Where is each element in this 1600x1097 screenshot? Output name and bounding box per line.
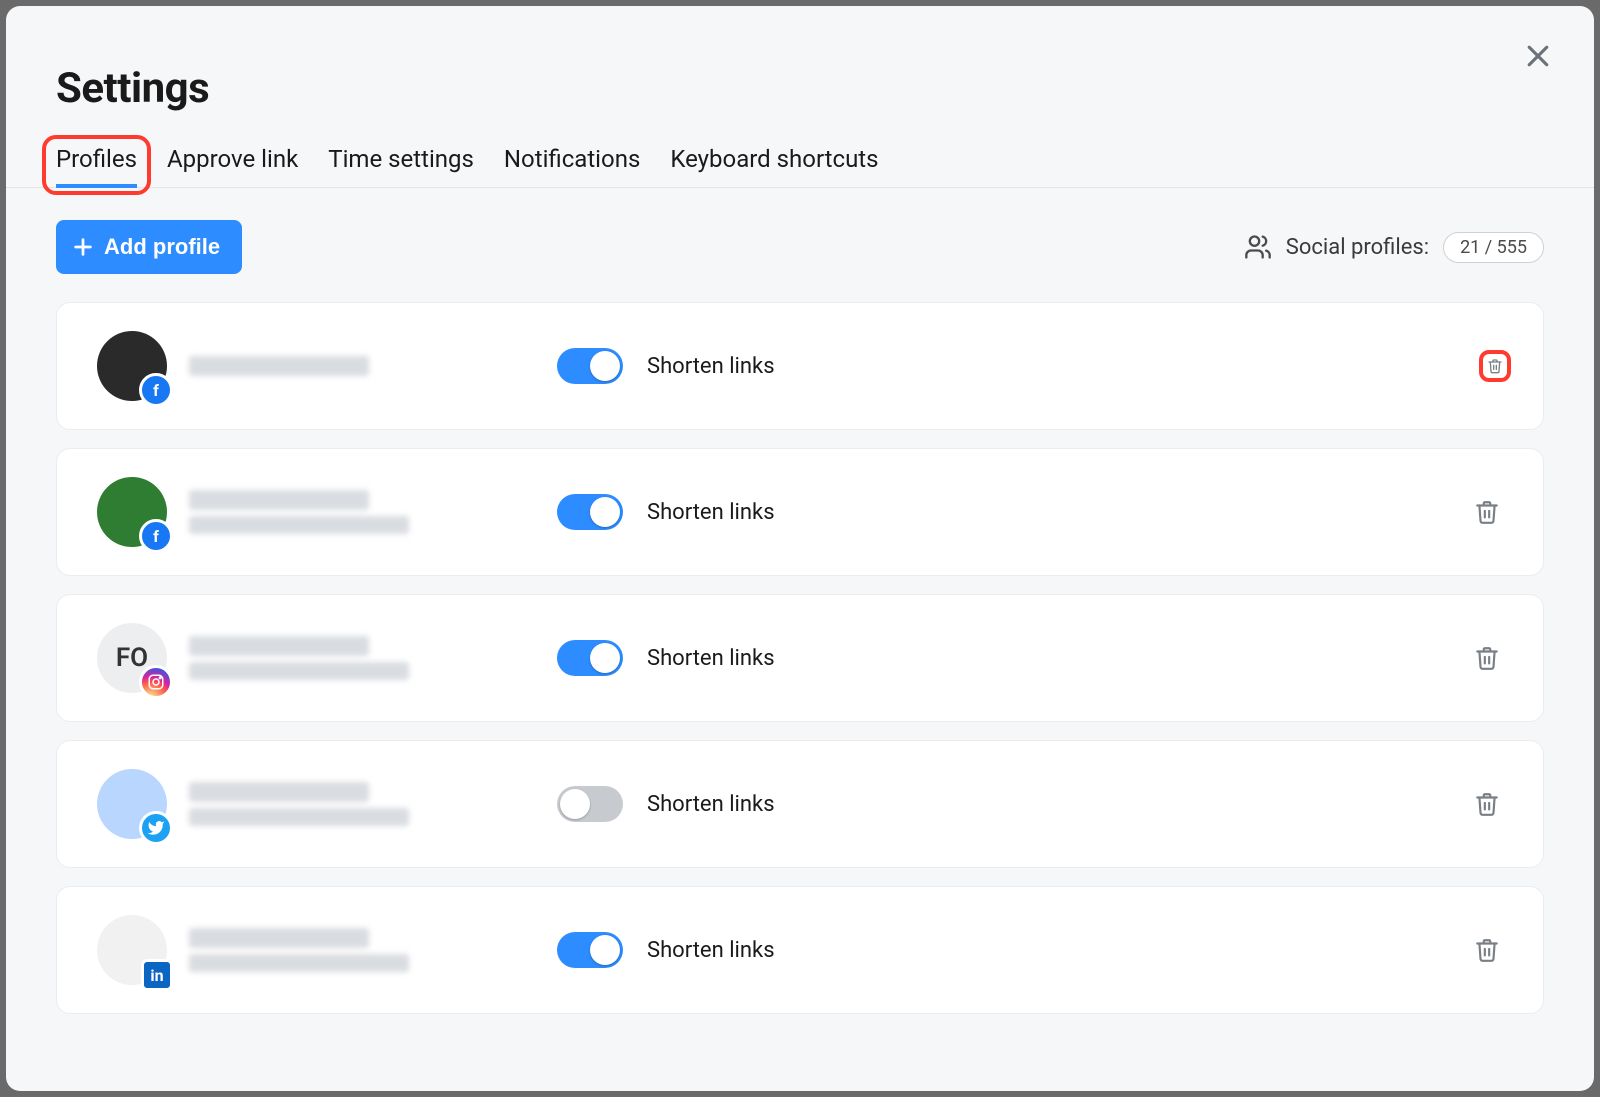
shorten-links-label: Shorten links — [647, 938, 775, 963]
toolbar: Add profile Social profiles: 21 / 555 — [56, 220, 1544, 274]
facebook-icon: f — [139, 373, 173, 407]
plus-icon — [72, 236, 94, 258]
avatar-wrap: FO — [97, 623, 167, 693]
profile-name-blurred — [189, 490, 369, 510]
profile-handle-blurred — [189, 516, 409, 534]
close-button[interactable] — [1516, 34, 1560, 78]
shorten-links-toggle[interactable] — [557, 786, 623, 822]
facebook-icon: f — [139, 519, 173, 553]
add-profile-label: Add profile — [104, 234, 220, 260]
delete-profile-button[interactable] — [1479, 350, 1511, 382]
shorten-links-toggle[interactable] — [557, 348, 623, 384]
trash-icon — [1474, 791, 1500, 817]
delete-profile-button[interactable] — [1471, 642, 1503, 674]
shorten-links-toggle[interactable] — [557, 932, 623, 968]
tab-approve-link[interactable]: Approve link — [167, 145, 298, 187]
settings-modal: Settings Profiles Approve link Time settin… — [6, 6, 1594, 1091]
profile-name-stack — [189, 356, 369, 376]
social-profiles-label: Social profiles: — [1286, 235, 1429, 260]
avatar-wrap — [97, 769, 167, 839]
avatar-wrap: f — [97, 477, 167, 547]
profile-handle-blurred — [189, 662, 409, 680]
modal-body: Add profile Social profiles: 21 / 555 f S… — [6, 188, 1594, 1014]
social-profile-counter: Social profiles: 21 / 555 — [1244, 232, 1544, 263]
social-profiles-count: 21 / 555 — [1443, 232, 1544, 263]
shorten-links-control: Shorten links — [557, 494, 775, 530]
tabs-bar: Profiles Approve link Time settings Notific… — [6, 113, 1594, 188]
shorten-links-control: Shorten links — [557, 932, 775, 968]
profile-name-blurred — [189, 928, 369, 948]
shorten-links-control: Shorten links — [557, 640, 775, 676]
profile-name-blurred — [189, 356, 369, 376]
avatar-wrap: in — [97, 915, 167, 985]
shorten-links-label: Shorten links — [647, 500, 775, 525]
profile-row: f Shorten links — [56, 302, 1544, 430]
delete-profile-button[interactable] — [1471, 788, 1503, 820]
profile-name-stack — [189, 928, 409, 972]
profile-info: f — [97, 331, 557, 401]
trash-icon — [1487, 353, 1503, 379]
profile-row: FO Shorten links — [56, 594, 1544, 722]
profile-name-stack — [189, 490, 409, 534]
page-title: Settings — [56, 64, 1544, 113]
people-icon — [1244, 233, 1272, 261]
trash-icon — [1474, 499, 1500, 525]
close-icon — [1523, 41, 1553, 71]
linkedin-icon: in — [141, 959, 173, 991]
add-profile-button[interactable]: Add profile — [56, 220, 242, 274]
delete-profile-button[interactable] — [1471, 934, 1503, 966]
shorten-links-control: Shorten links — [557, 786, 775, 822]
profile-row: in Shorten links — [56, 886, 1544, 1014]
shorten-links-label: Shorten links — [647, 792, 775, 817]
tab-keyboard-shortcuts[interactable]: Keyboard shortcuts — [670, 145, 878, 187]
instagram-icon — [139, 665, 173, 699]
shorten-links-control: Shorten links — [557, 348, 775, 384]
shorten-links-toggle[interactable] — [557, 494, 623, 530]
profile-info: in — [97, 915, 557, 985]
tab-time-settings[interactable]: Time settings — [328, 145, 474, 187]
profile-row: Shorten links — [56, 740, 1544, 868]
twitter-icon — [139, 811, 173, 845]
tab-profiles[interactable]: Profiles — [56, 145, 137, 187]
profile-name-stack — [189, 782, 409, 826]
profile-handle-blurred — [189, 808, 409, 826]
avatar-wrap: f — [97, 331, 167, 401]
profile-info: f — [97, 477, 557, 547]
shorten-links-label: Shorten links — [647, 354, 775, 379]
trash-icon — [1474, 645, 1500, 671]
trash-icon — [1474, 937, 1500, 963]
profile-list: f Shorten links f Shorten links FO Shorten li… — [56, 302, 1544, 1014]
profile-row: f Shorten links — [56, 448, 1544, 576]
profile-name-blurred — [189, 636, 369, 656]
modal-header: Settings — [6, 6, 1594, 113]
profile-handle-blurred — [189, 954, 409, 972]
profile-name-stack — [189, 636, 409, 680]
tab-notifications[interactable]: Notifications — [504, 145, 640, 187]
shorten-links-label: Shorten links — [647, 646, 775, 671]
profile-info: FO — [97, 623, 557, 693]
delete-profile-button[interactable] — [1471, 496, 1503, 528]
shorten-links-toggle[interactable] — [557, 640, 623, 676]
profile-info — [97, 769, 557, 839]
profile-name-blurred — [189, 782, 369, 802]
